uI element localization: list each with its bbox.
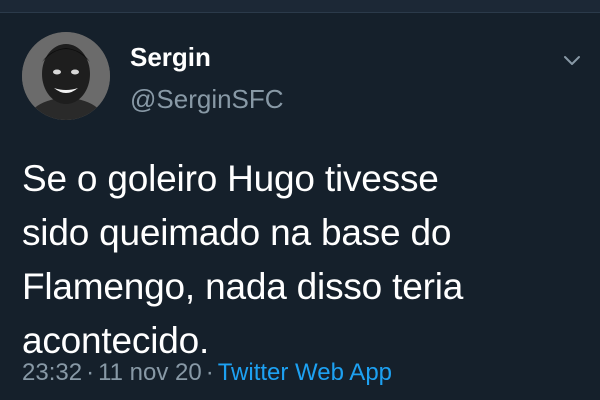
tweet-text: Se o goleiro Hugo tivesse sido queimado … xyxy=(22,152,582,368)
top-divider xyxy=(0,0,600,13)
display-name[interactable]: Sergin xyxy=(130,42,211,72)
chevron-down-icon[interactable] xyxy=(560,48,584,72)
tweet-text-line: sido queimado na base do xyxy=(22,212,452,253)
tweet-metadata: 23:32 · 11 nov 20 · Twitter Web App xyxy=(22,358,392,388)
tweet-source-link[interactable]: Twitter Web App xyxy=(218,359,392,386)
separator-dot: · xyxy=(86,359,95,386)
avatar[interactable] xyxy=(22,32,110,120)
tweet-time[interactable]: 23:32 xyxy=(22,359,82,386)
tweet-text-line: Flamengo, nada disso teria xyxy=(22,266,464,307)
separator-dot: · xyxy=(205,359,214,386)
user-handle[interactable]: @SerginSFC xyxy=(130,84,284,114)
avatar-photo xyxy=(22,32,110,120)
tweet-date[interactable]: 11 nov 20 xyxy=(98,359,202,386)
tweet-text-line: Se o goleiro Hugo tivesse xyxy=(22,158,439,199)
